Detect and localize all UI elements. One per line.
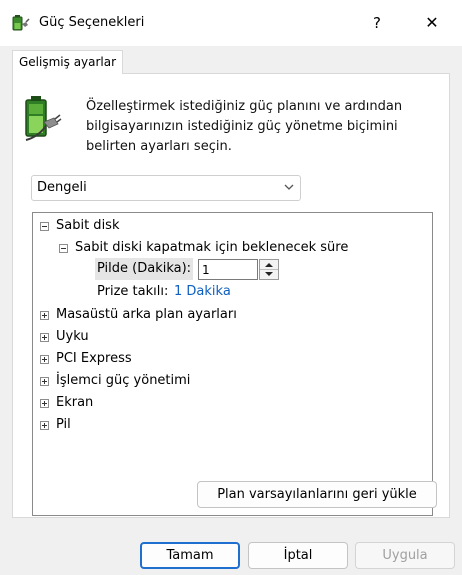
- spin-down-icon[interactable]: [260, 270, 278, 280]
- expand-icon[interactable]: [40, 421, 49, 430]
- tree-node-label: Masaüstü arka plan ayarları: [56, 307, 237, 322]
- expand-icon[interactable]: [40, 399, 49, 408]
- expand-icon[interactable]: [40, 355, 49, 364]
- on-battery-label: Pilde (Dakika):: [95, 258, 194, 280]
- title-bar: Güç Seçenekleri ? ✕: [0, 0, 462, 46]
- help-button[interactable]: ?: [360, 8, 394, 38]
- tree-node-label: Ekran: [56, 395, 94, 410]
- on-battery-minutes-input[interactable]: [198, 259, 258, 280]
- collapse-icon[interactable]: [40, 222, 49, 231]
- power-plan-dropdown[interactable]: Dengeli: [31, 175, 301, 201]
- expand-icon[interactable]: [40, 311, 49, 320]
- expand-icon[interactable]: [40, 377, 49, 386]
- description-text: Özelleştirmek istediğiniz güç planını ve…: [86, 99, 403, 154]
- collapse-icon[interactable]: [59, 244, 68, 253]
- tab-advanced-settings[interactable]: Gelişmiş ayarlar: [12, 50, 124, 74]
- spin-up-icon[interactable]: [260, 260, 278, 270]
- restore-plan-defaults-button[interactable]: Plan varsayılanlarını geri yükle: [197, 481, 437, 508]
- tree-node-label: Uyku: [56, 329, 89, 344]
- tree-node-label: Pil: [56, 417, 71, 432]
- ok-button[interactable]: Tamam: [140, 542, 240, 569]
- expand-icon[interactable]: [40, 333, 49, 342]
- window-title: Güç Seçenekleri: [39, 15, 145, 30]
- power-options-icon: [12, 15, 30, 31]
- close-button[interactable]: ✕: [412, 8, 452, 38]
- chevron-down-icon: [284, 184, 294, 190]
- apply-button[interactable]: Uygula: [355, 542, 455, 569]
- power-plan-value: Dengeli: [37, 180, 87, 195]
- tree-node-label: PCI Express: [56, 351, 132, 366]
- plugged-in-value-link[interactable]: 1 Dakika: [174, 282, 231, 302]
- cancel-button[interactable]: İptal: [248, 542, 348, 569]
- tree-node-label: İşlemci güç yönetimi: [56, 373, 191, 388]
- minutes-spinner[interactable]: [259, 259, 279, 280]
- tree-node-label: Sabit diski kapatmak için beklenecek sür…: [75, 240, 349, 255]
- battery-plug-icon: [25, 96, 62, 141]
- plugged-in-label: Prize takılı:: [97, 284, 169, 299]
- tree-node-label: Sabit disk: [56, 218, 120, 233]
